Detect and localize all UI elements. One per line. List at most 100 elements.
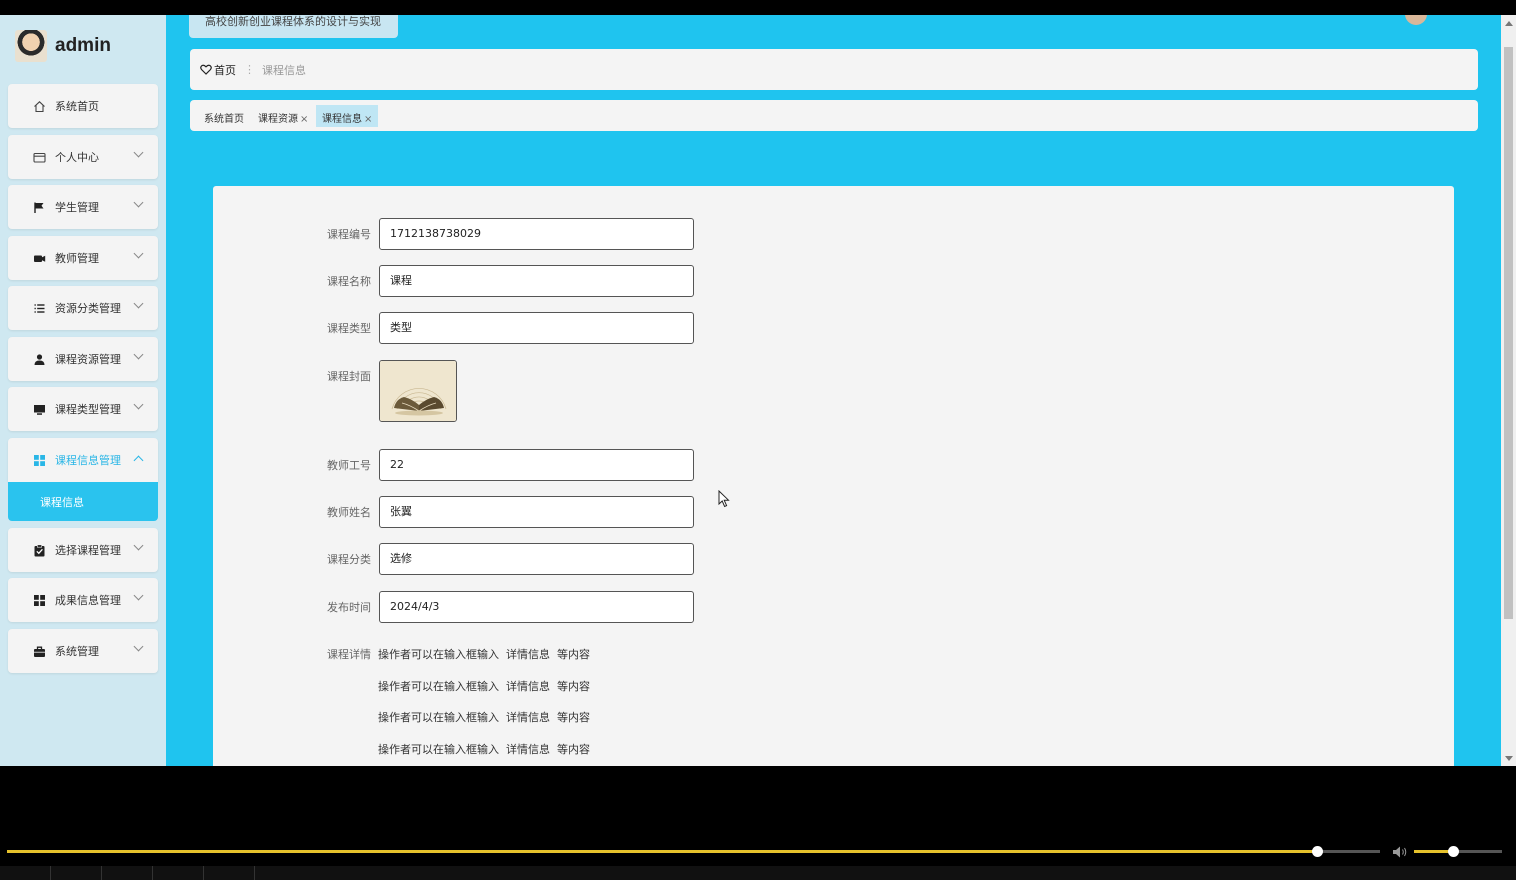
volume-handle[interactable] <box>1448 846 1459 857</box>
chevron-down-icon <box>133 540 144 551</box>
sidebar-item-label: 资源分类管理 <box>55 302 121 315</box>
page-scrollbar[interactable] <box>1501 15 1516 766</box>
chevron-down-icon <box>133 197 144 208</box>
app-screen: admin 系统首页 个人中心 学生管理 教师管理 资源分类管理 课程资源管理 … <box>0 15 1516 766</box>
sidebar-item-label: 成果信息管理 <box>55 594 121 607</box>
player-progress-fill <box>7 850 1317 853</box>
field-category: 课程分类 选修 <box>213 543 913 575</box>
volume-icon[interactable] <box>1392 844 1408 863</box>
field-course-name: 课程名称 课程 <box>213 265 913 297</box>
list-icon <box>32 301 46 315</box>
course-name-input[interactable]: 课程 <box>379 265 694 297</box>
mouse-cursor-icon <box>718 489 730 512</box>
course-no-input[interactable]: 1712138738029 <box>379 218 694 250</box>
sidebar-item-profile[interactable]: 个人中心 <box>8 135 158 179</box>
sidebar-item-label: 课程信息管理 <box>55 454 121 467</box>
category-input[interactable]: 选修 <box>379 543 694 575</box>
taskbar-cell[interactable] <box>51 866 102 880</box>
taskbar-cell[interactable] <box>102 866 153 880</box>
chevron-down-icon <box>133 641 144 652</box>
sidebar-item-resource-category[interactable]: 资源分类管理 <box>8 286 158 330</box>
tab-label: 课程资源 <box>258 114 298 125</box>
field-label: 课程封面 <box>327 370 371 383</box>
submenu-item-course-info[interactable]: 课程信息 <box>8 482 158 521</box>
sidebar-item-teachers[interactable]: 教师管理 <box>8 236 158 280</box>
breadcrumb-separator: ⋮ <box>244 63 255 76</box>
sidebar-item-course-resources[interactable]: 课程资源管理 <box>8 337 158 381</box>
teacher-name-input[interactable]: 张翼 <box>379 496 694 528</box>
close-icon[interactable]: × <box>300 114 308 125</box>
field-label: 教师工号 <box>327 459 371 472</box>
publish-time-input[interactable]: 2024/4/3 <box>379 591 694 623</box>
close-icon[interactable]: × <box>364 114 372 125</box>
monitor-icon <box>32 402 46 416</box>
taskbar-cell[interactable] <box>153 866 204 880</box>
field-publish-time: 发布时间 2024/4/3 <box>213 591 913 623</box>
course-type-input[interactable]: 类型 <box>379 312 694 344</box>
course-detail-panel: 课程编号 1712138738029 课程名称 课程 课程类型 类型 课程封面 <box>213 186 1454 766</box>
sidebar-item-system[interactable]: 系统管理 <box>8 629 158 673</box>
field-teacher-name: 教师姓名 张翼 <box>213 496 913 528</box>
clipboard-icon <box>32 543 46 557</box>
sidebar-item-course-info[interactable]: 课程信息管理 <box>8 438 158 482</box>
tab-bar: 系统首页 课程资源 × 课程信息 × <box>190 100 1478 131</box>
field-label: 课程分类 <box>327 553 371 566</box>
detail-line: 操作者可以在输入框输入 详情信息 等内容 <box>378 711 590 724</box>
breadcrumb-home-label: 首页 <box>214 63 236 77</box>
detail-line: 操作者可以在输入框输入 详情信息 等内容 <box>378 680 590 693</box>
breadcrumb-home[interactable]: 首页 <box>200 62 236 78</box>
chevron-down-icon <box>133 298 144 309</box>
field-teacher-no: 教师工号 22 <box>213 449 913 481</box>
sidebar-item-course-selection[interactable]: 选择课程管理 <box>8 528 158 572</box>
sidebar-item-course-types[interactable]: 课程类型管理 <box>8 387 158 431</box>
username: admin <box>55 35 111 56</box>
admin-avatar <box>15 30 47 62</box>
taskbar-strip <box>0 866 1516 880</box>
brand: admin <box>15 30 111 62</box>
course-cover-image[interactable] <box>379 360 457 422</box>
scroll-up-icon[interactable] <box>1505 21 1513 26</box>
sidebar-item-students[interactable]: 学生管理 <box>8 185 158 229</box>
detail-line: 操作者可以在输入框输入 详情信息 等内容 <box>378 743 590 756</box>
sidebar-item-label: 课程资源管理 <box>55 353 121 366</box>
sidebar-item-label: 学生管理 <box>55 201 99 214</box>
heart-icon <box>200 64 212 75</box>
field-course-cover: 课程封面 <box>213 360 913 423</box>
breadcrumb: 首页 ⋮ 课程信息 <box>190 49 1478 90</box>
tab-course-resources[interactable]: 课程资源 × <box>258 105 308 127</box>
chevron-down-icon <box>133 399 144 410</box>
sidebar-item-home[interactable]: 系统首页 <box>8 84 158 128</box>
taskbar-cell[interactable] <box>0 866 51 880</box>
teacher-no-input[interactable]: 22 <box>379 449 694 481</box>
player-progress-handle[interactable] <box>1312 846 1323 857</box>
taskbar-cell[interactable] <box>204 866 255 880</box>
chevron-down-icon <box>133 248 144 259</box>
sidebar-item-label: 课程类型管理 <box>55 403 121 416</box>
breadcrumb-current: 课程信息 <box>262 63 306 77</box>
user-avatar[interactable] <box>1405 15 1427 25</box>
tab-home[interactable]: 系统首页 <box>204 105 244 127</box>
tab-course-info[interactable]: 课程信息 × <box>316 105 379 127</box>
home-icon <box>32 99 46 113</box>
scrollbar-thumb[interactable] <box>1504 47 1513 619</box>
field-course-no: 课程编号 1712138738029 <box>213 218 913 250</box>
player-progress-bar[interactable] <box>7 846 1380 857</box>
field-course-type: 课程类型 类型 <box>213 312 913 344</box>
sidebar-item-label: 教师管理 <box>55 252 99 265</box>
chevron-down-icon <box>133 349 144 360</box>
field-label: 课程详情 <box>327 648 371 661</box>
sidebar-item-label: 系统首页 <box>55 100 99 113</box>
sidebar: admin 系统首页 个人中心 学生管理 教师管理 资源分类管理 课程资源管理 … <box>0 15 166 766</box>
tab-label: 课程信息 <box>322 114 362 125</box>
field-label: 教师姓名 <box>327 506 371 519</box>
chevron-down-icon <box>133 590 144 601</box>
sidebar-item-achievements[interactable]: 成果信息管理 <box>8 578 158 622</box>
scroll-down-icon[interactable] <box>1505 756 1513 761</box>
sidebar-item-label: 个人中心 <box>55 151 99 164</box>
briefcase-icon <box>32 644 46 658</box>
detail-line: 操作者可以在输入框输入 详情信息 等内容 <box>378 648 590 661</box>
field-course-detail: 课程详情 操作者可以在输入框输入 详情信息 等内容 操作者可以在输入框输入 详情… <box>213 638 913 766</box>
volume-slider[interactable] <box>1414 846 1502 857</box>
tab-label: 系统首页 <box>204 114 244 125</box>
flag-icon <box>32 200 46 214</box>
